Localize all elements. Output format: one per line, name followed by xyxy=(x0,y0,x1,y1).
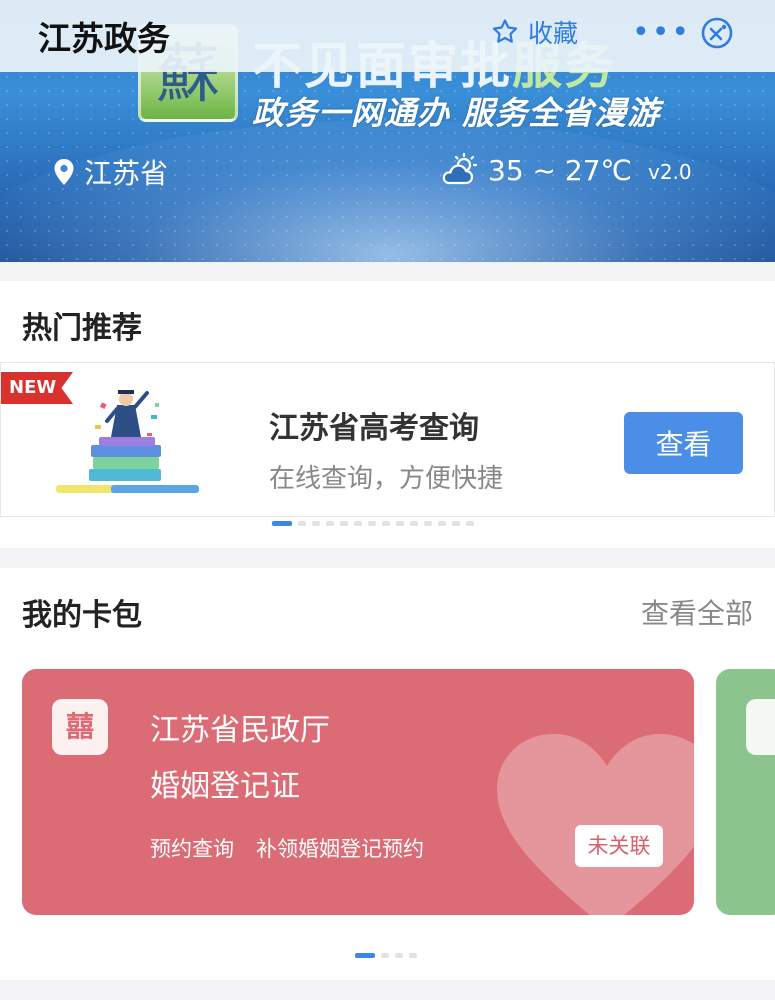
banner-slogan-sub: 政务一网通办 服务全省漫游 xyxy=(252,94,661,132)
card-wallet-title: 我的卡包 xyxy=(22,598,142,633)
reissue-appointment-link[interactable]: 补领婚姻登记预约 xyxy=(256,833,424,863)
pager-dot[interactable] xyxy=(312,521,320,526)
more-icon[interactable]: ••• xyxy=(632,18,691,48)
location-label: 江苏省 xyxy=(84,157,169,190)
unlinked-badge[interactable]: 未关联 xyxy=(575,825,663,867)
recommend-item-title: 江苏省高考查询 xyxy=(269,411,479,446)
card-issuer: 江苏省民政厅 xyxy=(150,713,330,748)
pager-dot[interactable] xyxy=(452,521,460,526)
pager-dot[interactable] xyxy=(466,521,474,526)
appointment-query-link[interactable]: 预约查询 xyxy=(150,833,234,863)
weather-info: 35 ~ 27℃ xyxy=(440,153,632,187)
pager-dot[interactable] xyxy=(298,521,306,526)
star-icon xyxy=(492,19,518,43)
hot-recommend-section: 热门推荐 NEW 江苏省高考查询 在线查询，方便快捷 查看 xyxy=(0,281,775,548)
hot-recommend-title: 热门推荐 xyxy=(22,311,142,346)
pager-dot[interactable] xyxy=(355,953,375,958)
partly-cloudy-icon xyxy=(442,153,478,185)
pager-dot[interactable] xyxy=(368,521,376,526)
favorite-button[interactable]: 收藏 xyxy=(490,14,578,50)
pager-dot[interactable] xyxy=(382,521,390,526)
wallet-pager[interactable] xyxy=(355,953,417,958)
version-label: v2.0 xyxy=(648,160,692,184)
location-pin-icon xyxy=(54,159,74,185)
heart-watermark-icon xyxy=(497,734,694,915)
pager-dot[interactable] xyxy=(396,521,404,526)
favorite-label: 收藏 xyxy=(528,19,579,48)
nav-bar: 江苏政务 收藏 ••• xyxy=(0,0,775,72)
double-happiness-icon: 囍 xyxy=(52,699,108,755)
pager-dot[interactable] xyxy=(395,953,403,958)
pager-dot[interactable] xyxy=(410,521,418,526)
location-selector[interactable]: 江苏省 xyxy=(52,152,168,192)
pager-dot[interactable] xyxy=(409,953,417,958)
page-title: 江苏政务 xyxy=(38,19,170,58)
recommend-item-subtitle: 在线查询，方便快捷 xyxy=(269,464,504,494)
pager-dot[interactable] xyxy=(381,953,389,958)
view-all-link[interactable]: 查看全部 xyxy=(641,592,753,632)
pager-dot[interactable] xyxy=(326,521,334,526)
pager-dot[interactable] xyxy=(438,521,446,526)
graduate-illustration xyxy=(56,390,199,493)
recommend-pager[interactable] xyxy=(272,521,474,526)
pager-dot[interactable] xyxy=(424,521,432,526)
next-card-peek[interactable] xyxy=(716,669,775,915)
temperature-label: 35 ~ 27℃ xyxy=(488,153,632,187)
header-banner: 蘇 不见面审批服务 政务一网通办 服务全省漫游 江苏政务 收藏 ••• 江苏省 … xyxy=(0,0,775,262)
card-name: 婚姻登记证 xyxy=(150,769,300,804)
card-wallet-section: 我的卡包 查看全部 囍 江苏省民政厅 婚姻登记证 预约查询 补领婚姻登记预约 未… xyxy=(0,568,775,980)
house-icon xyxy=(746,699,775,755)
pager-dot[interactable] xyxy=(340,521,348,526)
pager-dot[interactable] xyxy=(354,521,362,526)
view-button[interactable]: 查看 xyxy=(624,412,743,474)
recommend-card[interactable]: NEW 江苏省高考查询 在线查询，方便快捷 查看 xyxy=(0,362,775,517)
card-links: 预约查询 补领婚姻登记预约 xyxy=(150,833,424,863)
marriage-certificate-card[interactable]: 囍 江苏省民政厅 婚姻登记证 预约查询 补领婚姻登记预约 未关联 xyxy=(22,669,694,915)
close-icon[interactable] xyxy=(700,16,734,50)
pager-dot[interactable] xyxy=(272,521,292,526)
